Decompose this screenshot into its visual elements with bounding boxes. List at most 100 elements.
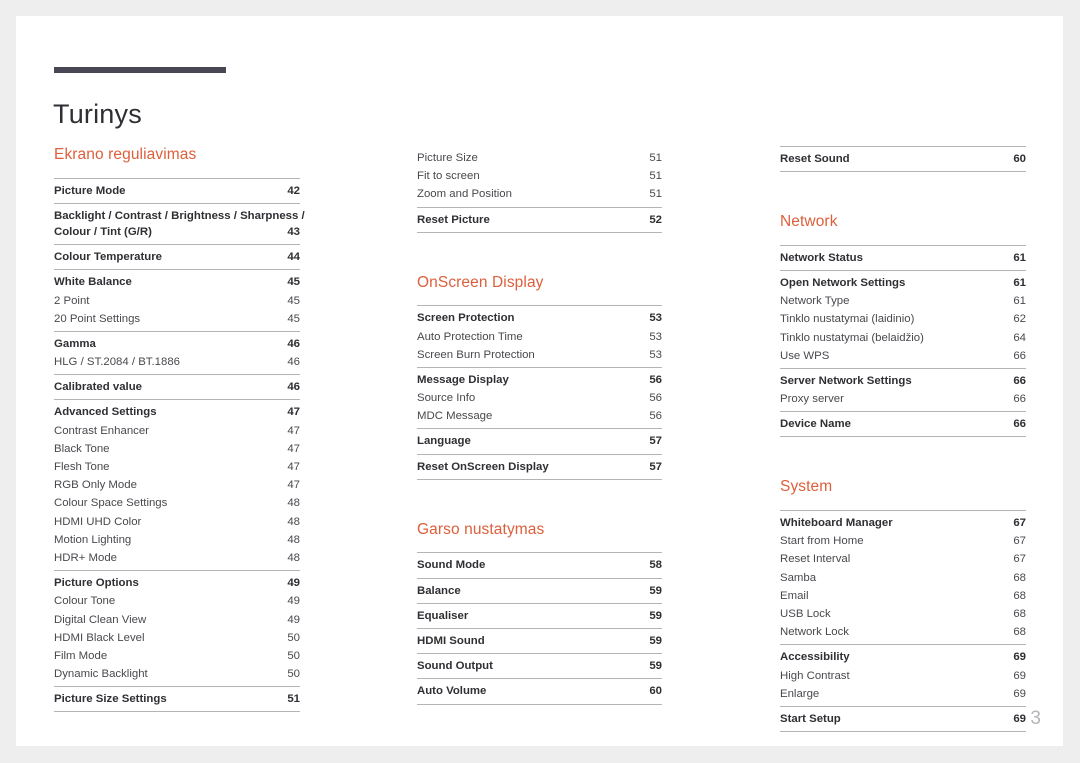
toc-entry-page: 43 [287,225,300,238]
toc-entry[interactable]: Reset Picture 52 [417,211,662,229]
toc-entry[interactable]: Digital Clean View 49 [54,611,300,629]
toc-entry[interactable]: Advanced Settings 47 [54,403,300,421]
toc-entry[interactable]: Reset Sound 60 [780,150,1026,168]
toc-entry-label: Reset OnScreen Display [417,460,549,473]
toc-entry-page: 61 [1013,295,1026,308]
toc-entry-label: Backlight / Contrast / Brightness / Shar… [54,209,305,222]
toc-entry[interactable]: Network Type 61 [780,292,1026,310]
toc-entry[interactable]: White Balance 45 [54,273,300,291]
toc-entry-label: RGB Only Mode [54,479,137,492]
toc-entry[interactable]: High Contrast 69 [780,667,1026,685]
toc-entry[interactable]: Picture Size 51 [417,149,662,167]
toc-entry[interactable]: HDR+ Mode 48 [54,549,300,567]
toc-entry[interactable]: Dynamic Backlight 50 [54,665,300,683]
toc-group: Gamma 46 HLG / ST.2084 / BT.1886 46 [54,330,300,374]
toc-entry[interactable]: Network Lock 68 [780,623,1026,641]
toc-entry[interactable]: Network Status 61 [780,249,1026,267]
toc-entry[interactable]: HDMI Sound 59 [417,632,662,650]
toc-entry-page: 69 [1013,687,1026,700]
toc-entry[interactable]: HDMI Black Level 50 [54,629,300,647]
toc-entry[interactable]: Start from Home 67 [780,532,1026,550]
toc-entry[interactable]: Whiteboard Manager 67 [780,514,1026,532]
toc-entry[interactable]: Colour Space Settings 48 [54,494,300,512]
toc-entry-page: 51 [649,170,662,183]
toc-entry[interactable]: HLG / ST.2084 / BT.1886 46 [54,353,300,371]
toc-entry[interactable]: MDC Message 56 [417,407,662,425]
toc-entry-page: 57 [649,460,662,473]
toc-entry[interactable]: Flesh Tone 47 [54,458,300,476]
toc-entry[interactable]: Language 57 [417,432,662,450]
toc-group: Whiteboard Manager 67 Start from Home 67 Res… [780,510,1026,644]
toc-entry-page: 46 [287,356,300,369]
page-number: 3 [1030,708,1041,729]
toc-entry[interactable]: Start Setup 69 [780,710,1026,728]
toc-entry[interactable]: Colour Tone 49 [54,592,300,610]
toc-entry[interactable]: USB Lock 68 [780,605,1026,623]
toc-entry-label: Picture Size Settings [54,693,167,706]
toc-entry-page: 68 [1013,626,1026,639]
toc-entry[interactable]: Backlight / Contrast / Brightness / Shar… [54,207,305,241]
toc-entry[interactable]: Message Display 56 [417,371,662,389]
toc-entry[interactable]: Zoom and Position 51 [417,185,662,203]
toc-entry-label: Screen Protection [417,312,515,325]
toc-entry-page: 66 [1013,393,1026,406]
toc-entry-page: 53 [649,330,662,343]
toc-entry[interactable]: Email 68 [780,587,1026,605]
toc-entry[interactable]: Server Network Settings 66 [780,372,1026,390]
toc-entry[interactable]: 2 Point 45 [54,292,300,310]
toc-entry[interactable]: Sound Mode 58 [417,556,662,574]
toc-entry[interactable]: Screen Burn Protection 53 [417,346,662,364]
toc-entry[interactable]: Fit to screen 51 [417,167,662,185]
toc-group: Sound Output 59 [417,653,662,678]
toc-entry-label: Network Lock [780,626,850,639]
toc-entry[interactable]: Black Tone 47 [54,440,300,458]
toc-entry-wrapline: Colour / Tint (G/R) 43 [54,224,300,240]
toc-entry[interactable]: Device Name 66 [780,415,1026,433]
toc-entry-page: 67 [1013,517,1026,530]
toc-entry[interactable]: Proxy server 66 [780,390,1026,408]
toc-entry-page: 48 [287,551,300,564]
toc-entry[interactable]: Equaliser 59 [417,607,662,625]
toc-entry[interactable]: Calibrated value 46 [54,378,300,396]
toc-entry[interactable]: Samba 68 [780,569,1026,587]
toc-entry-page: 42 [287,184,300,197]
section-heading: OnScreen Display [417,273,544,291]
toc-entry[interactable]: Picture Options 49 [54,574,300,592]
toc-entry-label: Auto Protection Time [417,330,523,343]
toc-entry[interactable]: Reset Interval 67 [780,550,1026,568]
toc-entry-page: 49 [287,613,300,626]
toc-entry[interactable]: Colour Temperature 44 [54,248,300,266]
toc-entry-page: 51 [649,152,662,164]
toc-column-right: Reset Sound 60 Network Network Status 61 Open… [780,146,1026,733]
toc-entry[interactable]: Enlarge 69 [780,685,1026,703]
toc-entry[interactable]: Tinklo nustatymai (laidinio) 62 [780,310,1026,328]
toc-entry[interactable]: Motion Lighting 48 [54,531,300,549]
toc-entry[interactable]: Tinklo nustatymai (belaidžio) 64 [780,329,1026,347]
toc-entry[interactable]: Accessibility 69 [780,648,1026,666]
toc-entry[interactable]: Reset OnScreen Display 57 [417,458,662,476]
toc-entry[interactable]: Film Mode 50 [54,647,300,665]
toc-entry[interactable]: Source Info 56 [417,389,662,407]
toc-entry[interactable]: Open Network Settings 61 [780,274,1026,292]
toc-entry[interactable]: Contrast Enhancer 47 [54,422,300,440]
toc-entry[interactable]: RGB Only Mode 47 [54,476,300,494]
toc-entry[interactable]: Screen Protection 53 [417,309,662,327]
toc-entry[interactable]: 20 Point Settings 45 [54,310,300,328]
toc-entry[interactable]: Use WPS 66 [780,347,1026,365]
toc-group: Server Network Settings 66 Proxy server 66 [780,367,1026,411]
toc-entry-page: 69 [1013,712,1026,725]
toc-entry[interactable]: Picture Size Settings 51 [54,690,300,708]
toc-entry[interactable]: Auto Volume 60 [417,682,662,700]
toc-entry[interactable]: Gamma 46 [54,335,300,353]
toc-entry-label: Sound Output [417,660,493,673]
toc-entry-label: Source Info [417,392,476,405]
toc-entry[interactable]: HDMI UHD Color 48 [54,513,300,531]
toc-entry-page: 57 [649,435,662,448]
toc-entry[interactable]: Sound Output 59 [417,657,662,675]
toc-entry[interactable]: Auto Protection Time 53 [417,328,662,346]
toc-entry[interactable]: Balance 59 [417,582,662,600]
toc-entry[interactable]: Picture Mode 42 [54,182,300,200]
toc-entry-label: Flesh Tone [54,461,110,474]
toc-group: White Balance 45 2 Point 45 20 Point Setting… [54,269,300,331]
